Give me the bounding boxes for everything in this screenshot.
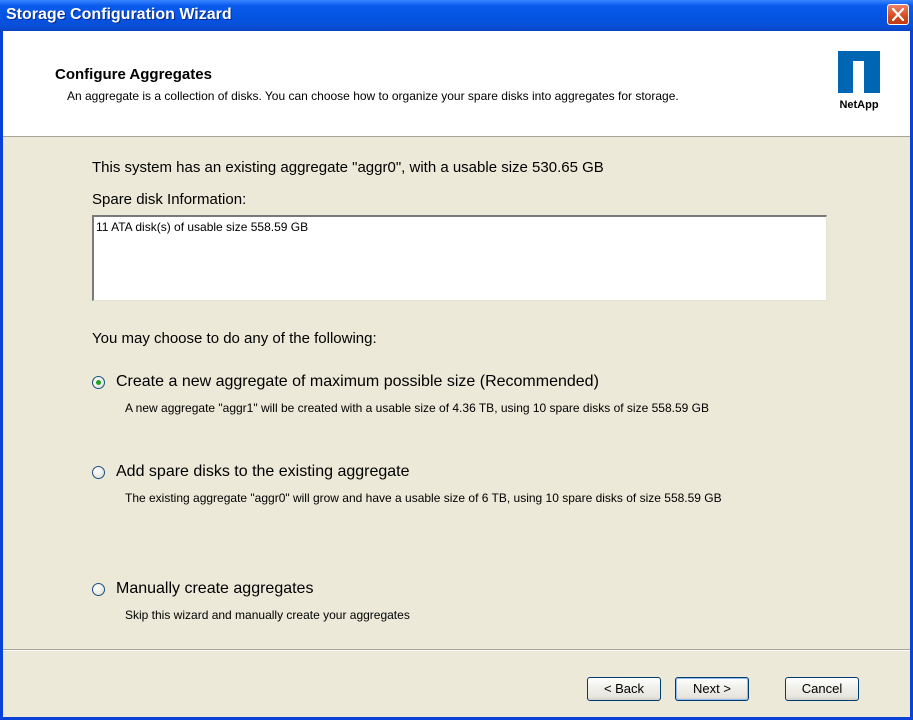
wizard-header: Configure Aggregates An aggregate is a c… bbox=[3, 31, 910, 137]
wizard-window: Storage Configuration Wizard Configure A… bbox=[0, 0, 913, 720]
spare-disk-info-text: 11 ATA disk(s) of usable size 558.59 GB bbox=[96, 220, 309, 234]
window-title: Storage Configuration Wizard bbox=[6, 6, 232, 23]
cancel-button[interactable]: Cancel bbox=[785, 677, 859, 701]
close-icon bbox=[892, 8, 904, 21]
page-description: An aggregate is a collection of disks. Y… bbox=[67, 89, 679, 103]
spare-disk-label: Spare disk Information: bbox=[92, 191, 247, 208]
logo-text: NetApp bbox=[839, 99, 879, 111]
netapp-logo: NetApp bbox=[834, 51, 884, 121]
option-label[interactable]: Create a new aggregate of maximum possib… bbox=[116, 373, 599, 391]
back-button[interactable]: < Back bbox=[587, 677, 661, 701]
close-button[interactable] bbox=[887, 4, 909, 25]
wizard-body: This system has an existing aggregate "a… bbox=[3, 137, 910, 649]
option-label[interactable]: Manually create aggregates bbox=[116, 580, 313, 598]
radio-add-spare[interactable] bbox=[92, 466, 105, 479]
radio-create-new[interactable] bbox=[92, 376, 105, 389]
next-button[interactable]: Next > bbox=[675, 677, 749, 701]
option-label[interactable]: Add spare disks to the existing aggregat… bbox=[116, 463, 410, 481]
option-description: Skip this wizard and manually create you… bbox=[125, 608, 410, 622]
option-description: A new aggregate "aggr1" will be created … bbox=[125, 401, 709, 415]
spare-disk-info-box[interactable]: 11 ATA disk(s) of usable size 558.59 GB bbox=[92, 215, 827, 301]
footer-divider bbox=[3, 649, 910, 651]
title-bar[interactable]: Storage Configuration Wizard bbox=[0, 0, 913, 31]
existing-aggregate-text: This system has an existing aggregate "a… bbox=[92, 159, 604, 176]
radio-manual[interactable] bbox=[92, 583, 105, 596]
option-description: The existing aggregate "aggr0" will grow… bbox=[125, 491, 722, 505]
choose-prompt: You may choose to do any of the followin… bbox=[92, 330, 377, 347]
radio-selected-dot bbox=[96, 380, 101, 385]
netapp-logo-icon bbox=[838, 51, 880, 93]
page-title: Configure Aggregates bbox=[55, 66, 212, 83]
